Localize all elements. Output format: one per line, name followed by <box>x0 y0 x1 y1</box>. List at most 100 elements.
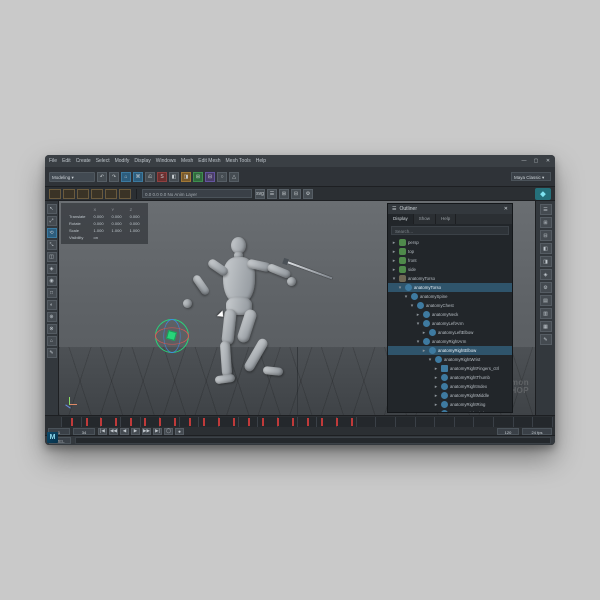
menu-modify[interactable]: Modify <box>115 158 130 164</box>
pane-layout-button-1[interactable] <box>63 189 75 199</box>
keyframe-marker[interactable] <box>218 418 220 426</box>
sidebar-button-3[interactable]: ◧ <box>540 243 552 254</box>
menu-display[interactable]: Display <box>134 158 150 164</box>
collapse-icon[interactable]: ▾ <box>415 339 421 345</box>
tool-button-0[interactable]: ↖ <box>47 204 57 214</box>
sidebar-button-1[interactable]: ⊞ <box>540 217 552 228</box>
statusline-button-3[interactable]: ⊟ <box>291 189 301 199</box>
keyframe-marker[interactable] <box>86 418 88 426</box>
keyframe-marker[interactable] <box>307 418 309 426</box>
outliner-tab-help[interactable]: Help <box>436 214 456 224</box>
keyframe-marker[interactable] <box>189 418 191 426</box>
coord-anim-readout[interactable]: 0.0 0.0 0.0 No Anim Layer <box>142 189 252 198</box>
expand-icon[interactable]: ▸ <box>421 348 427 354</box>
step-fwd-button[interactable]: ▶▶ <box>142 428 151 435</box>
menu-mesh[interactable]: Mesh <box>181 158 193 164</box>
expand-icon[interactable]: ▸ <box>391 258 397 264</box>
keyframe-marker[interactable] <box>115 418 117 426</box>
keyframe-marker[interactable] <box>174 418 176 426</box>
menu-meshtools[interactable]: Mesh Tools <box>226 158 251 164</box>
sidebar-button-0[interactable]: ☰ <box>540 204 552 215</box>
expand-icon[interactable]: ▸ <box>433 411 439 413</box>
viewport[interactable]: CG DESIGNERS.CLUB XYZTranslate0.0000.000… <box>59 201 535 415</box>
outliner-hamburger-icon[interactable]: ☰ <box>392 206 396 212</box>
keyframe-marker[interactable] <box>336 418 338 426</box>
statusline-button-0[interactable]: svg <box>255 189 265 199</box>
keyframe-marker[interactable] <box>351 418 353 426</box>
shelf-button-4[interactable]: ⎌ <box>145 172 155 182</box>
expand-icon[interactable]: ▸ <box>433 402 439 408</box>
shelf-button-9[interactable]: ⊟ <box>205 172 215 182</box>
expand-icon[interactable]: ▸ <box>391 267 397 273</box>
outliner-node[interactable]: ▸anatomyRightThumb <box>388 373 512 382</box>
keyframe-marker[interactable] <box>159 418 161 426</box>
current-frame-field[interactable]: 34 <box>73 428 95 435</box>
shelf-button-8[interactable]: ⊞ <box>193 172 203 182</box>
keyframe-marker[interactable] <box>277 418 279 426</box>
rotate-manipulator[interactable] <box>155 319 189 353</box>
outliner-close-button[interactable]: ✕ <box>504 206 508 212</box>
keyframe-marker[interactable] <box>233 418 235 426</box>
play-back-button[interactable]: ◀ <box>120 428 129 435</box>
pane-layout-button-5[interactable] <box>119 189 131 199</box>
shelf-button-7[interactable]: ◨ <box>181 172 191 182</box>
outliner-node[interactable]: ▸anatomyRightFingers_ctrl <box>388 364 512 373</box>
keyframe-marker[interactable] <box>292 418 294 426</box>
outliner-search-input[interactable]: Search... <box>391 226 509 235</box>
keyframe-marker[interactable] <box>203 418 205 426</box>
outliner-node[interactable]: ▾anatomyTorso <box>388 274 512 283</box>
expand-icon[interactable]: ▸ <box>391 249 397 255</box>
shelf-button-1[interactable]: ↷ <box>109 172 119 182</box>
collapse-icon[interactable]: ▾ <box>397 285 403 291</box>
expand-icon[interactable]: ▸ <box>433 366 439 372</box>
tool-button-4[interactable]: ◫ <box>47 252 57 262</box>
outliner-node[interactable]: ▸anatomyRightElbow <box>388 346 512 355</box>
menu-create[interactable]: Create <box>76 158 91 164</box>
outliner-node[interactable]: ▾anatomyTorso <box>388 283 512 292</box>
tool-button-10[interactable]: ⊗ <box>47 324 57 334</box>
tool-button-2[interactable]: ⟲ <box>47 228 57 238</box>
outliner-tab-show[interactable]: Show <box>414 214 436 224</box>
keyframe-marker[interactable] <box>130 418 132 426</box>
expand-icon[interactable]: ▸ <box>433 384 439 390</box>
keyframe-marker[interactable] <box>321 418 323 426</box>
pane-layout-button-3[interactable] <box>91 189 103 199</box>
play-forward-button[interactable]: ▶ <box>131 428 140 435</box>
plugin-logo-icon[interactable]: ◆ <box>535 188 551 200</box>
menu-windows[interactable]: Windows <box>156 158 176 164</box>
sidebar-button-9[interactable]: ▦ <box>540 321 552 332</box>
tool-button-7[interactable]: □ <box>47 288 57 298</box>
outliner-node[interactable]: ▾anatomyRightArm <box>388 337 512 346</box>
collapse-icon[interactable]: ▾ <box>415 321 421 327</box>
outliner-node[interactable]: ▸top <box>388 247 512 256</box>
character-mesh[interactable] <box>189 237 309 407</box>
outliner-node[interactable]: ▾anatomyChest <box>388 301 512 310</box>
outliner-node[interactable]: ▸anatomyRightRing <box>388 400 512 409</box>
command-input[interactable] <box>75 437 551 444</box>
range-end-field[interactable]: 120 <box>497 428 519 435</box>
outliner-node[interactable]: ▸front <box>388 256 512 265</box>
keyframe-marker[interactable] <box>248 418 250 426</box>
expand-icon[interactable]: ▸ <box>421 330 427 336</box>
sidebar-button-10[interactable]: ✎ <box>540 334 552 345</box>
shelf-button-2[interactable]: ⌂ <box>121 172 131 182</box>
outliner-node[interactable]: ▾anatomyLeftArm <box>388 319 512 328</box>
shelf-button-5[interactable]: S <box>157 172 167 182</box>
outliner-node[interactable]: ▸anatomyRightPinky <box>388 409 512 412</box>
tool-button-8[interactable]: ◐ <box>47 300 57 310</box>
menu-help[interactable]: Help <box>256 158 266 164</box>
window-maximize-button[interactable]: ▢ <box>533 158 539 164</box>
expand-icon[interactable]: ▸ <box>415 312 421 318</box>
collapse-icon[interactable]: ▾ <box>409 303 415 309</box>
collapse-icon[interactable]: ▾ <box>403 294 409 300</box>
expand-icon[interactable]: ▸ <box>391 240 397 246</box>
outliner-tab-display[interactable]: Display <box>388 214 414 224</box>
pane-layout-button-4[interactable] <box>105 189 117 199</box>
menu-select[interactable]: Select <box>96 158 110 164</box>
menu-editmesh[interactable]: Edit Mesh <box>198 158 220 164</box>
outliner-node[interactable]: ▾anatomyRightWrist <box>388 355 512 364</box>
statusline-button-1[interactable]: ☰ <box>267 189 277 199</box>
outliner-node[interactable]: ▸persp <box>388 238 512 247</box>
sidebar-button-4[interactable]: ◨ <box>540 256 552 267</box>
keyframe-marker[interactable] <box>144 418 146 426</box>
